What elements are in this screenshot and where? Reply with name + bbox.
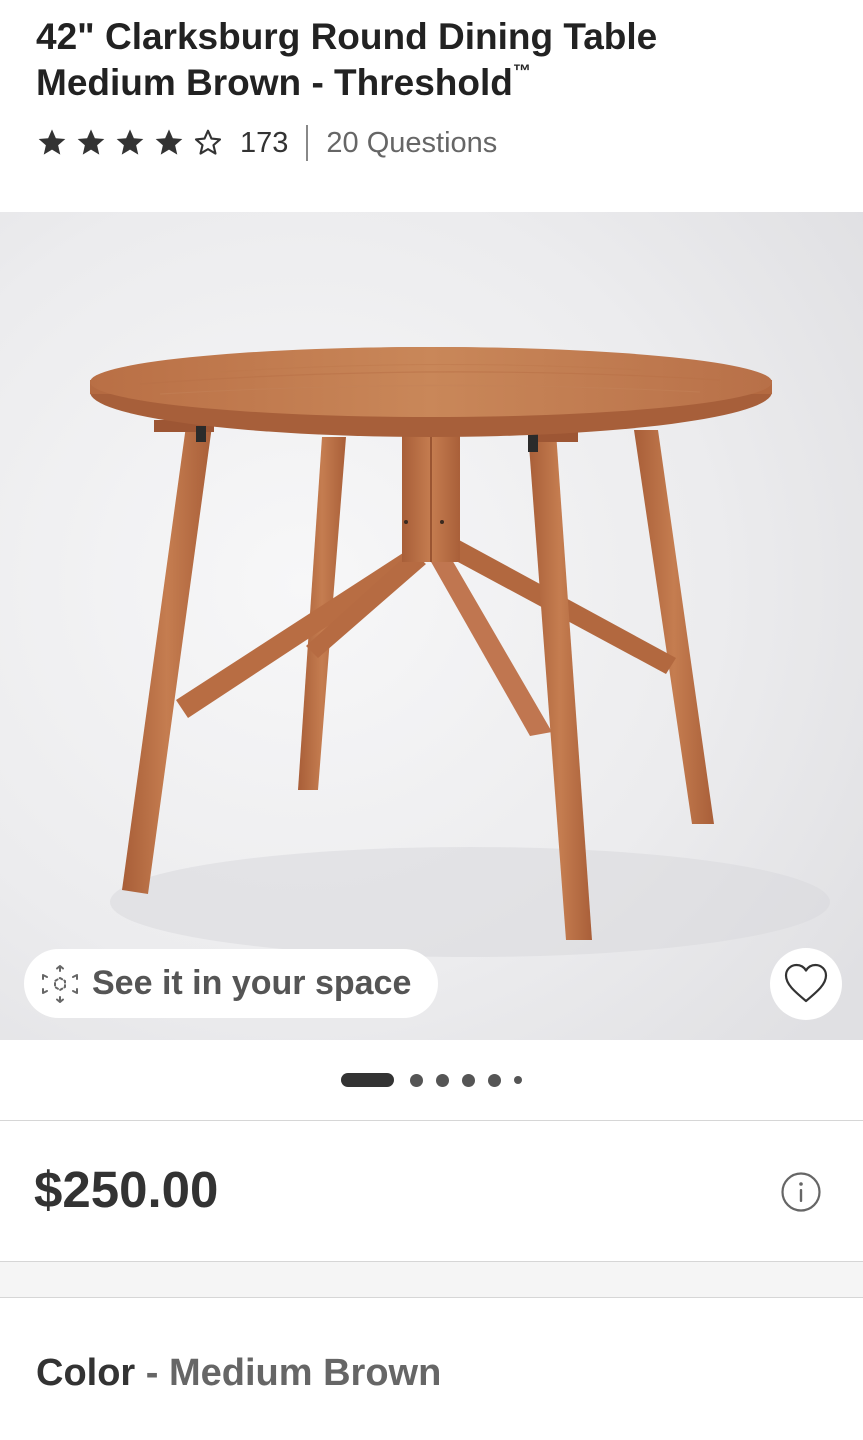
- star-empty-icon: [194, 129, 222, 155]
- product-title: 42" Clarksburg Round Dining Table Medium …: [36, 14, 836, 106]
- see-in-your-space-button[interactable]: See it in your space: [24, 949, 438, 1018]
- pager-dot-1[interactable]: [341, 1073, 395, 1087]
- title-line-2: Medium Brown - Threshold: [36, 62, 513, 103]
- color-variant-heading: Color - Medium Brown: [36, 1350, 441, 1396]
- star-rating[interactable]: [36, 127, 231, 159]
- heart-outline-icon: [784, 963, 828, 1003]
- review-count[interactable]: 173: [240, 127, 288, 160]
- divider: [0, 1297, 863, 1298]
- ar-cube-icon: [42, 964, 78, 1003]
- star-filled-icon: [155, 129, 183, 155]
- rating-divider: [306, 125, 309, 161]
- title-line-1: 42" Clarksburg Round Dining Table: [36, 16, 658, 57]
- star-filled-icon: [77, 129, 105, 155]
- rating-row: 173 20 Questions: [36, 122, 497, 164]
- favorite-button[interactable]: [770, 948, 842, 1020]
- star-filled-icon: [38, 129, 66, 155]
- info-icon: [781, 1172, 821, 1212]
- pager-dot-5[interactable]: [487, 1073, 501, 1087]
- pager-dot-3[interactable]: [435, 1073, 449, 1087]
- section-separator: [0, 1262, 863, 1297]
- color-separator: -: [145, 1352, 159, 1394]
- pager-dot-6[interactable]: [513, 1076, 522, 1084]
- product-price: $250.00: [34, 1161, 219, 1218]
- product-image[interactable]: [0, 212, 863, 1040]
- price-info-button[interactable]: [780, 1171, 822, 1213]
- trademark-symbol: ™: [512, 61, 531, 81]
- see-in-your-space-label: See it in your space: [92, 964, 412, 1002]
- image-pager: [0, 1040, 863, 1120]
- product-header: 42" Clarksburg Round Dining Table Medium …: [0, 0, 863, 212]
- selected-color-value: Medium Brown: [169, 1352, 442, 1394]
- color-label: Color: [36, 1352, 136, 1394]
- questions-link[interactable]: 20 Questions: [326, 127, 497, 160]
- divider: [0, 1120, 863, 1121]
- product-image-gallery[interactable]: See it in your space: [0, 212, 863, 1040]
- pager-dot-4[interactable]: [461, 1073, 475, 1087]
- star-filled-icon: [116, 129, 144, 155]
- pager-dot-2[interactable]: [409, 1073, 423, 1087]
